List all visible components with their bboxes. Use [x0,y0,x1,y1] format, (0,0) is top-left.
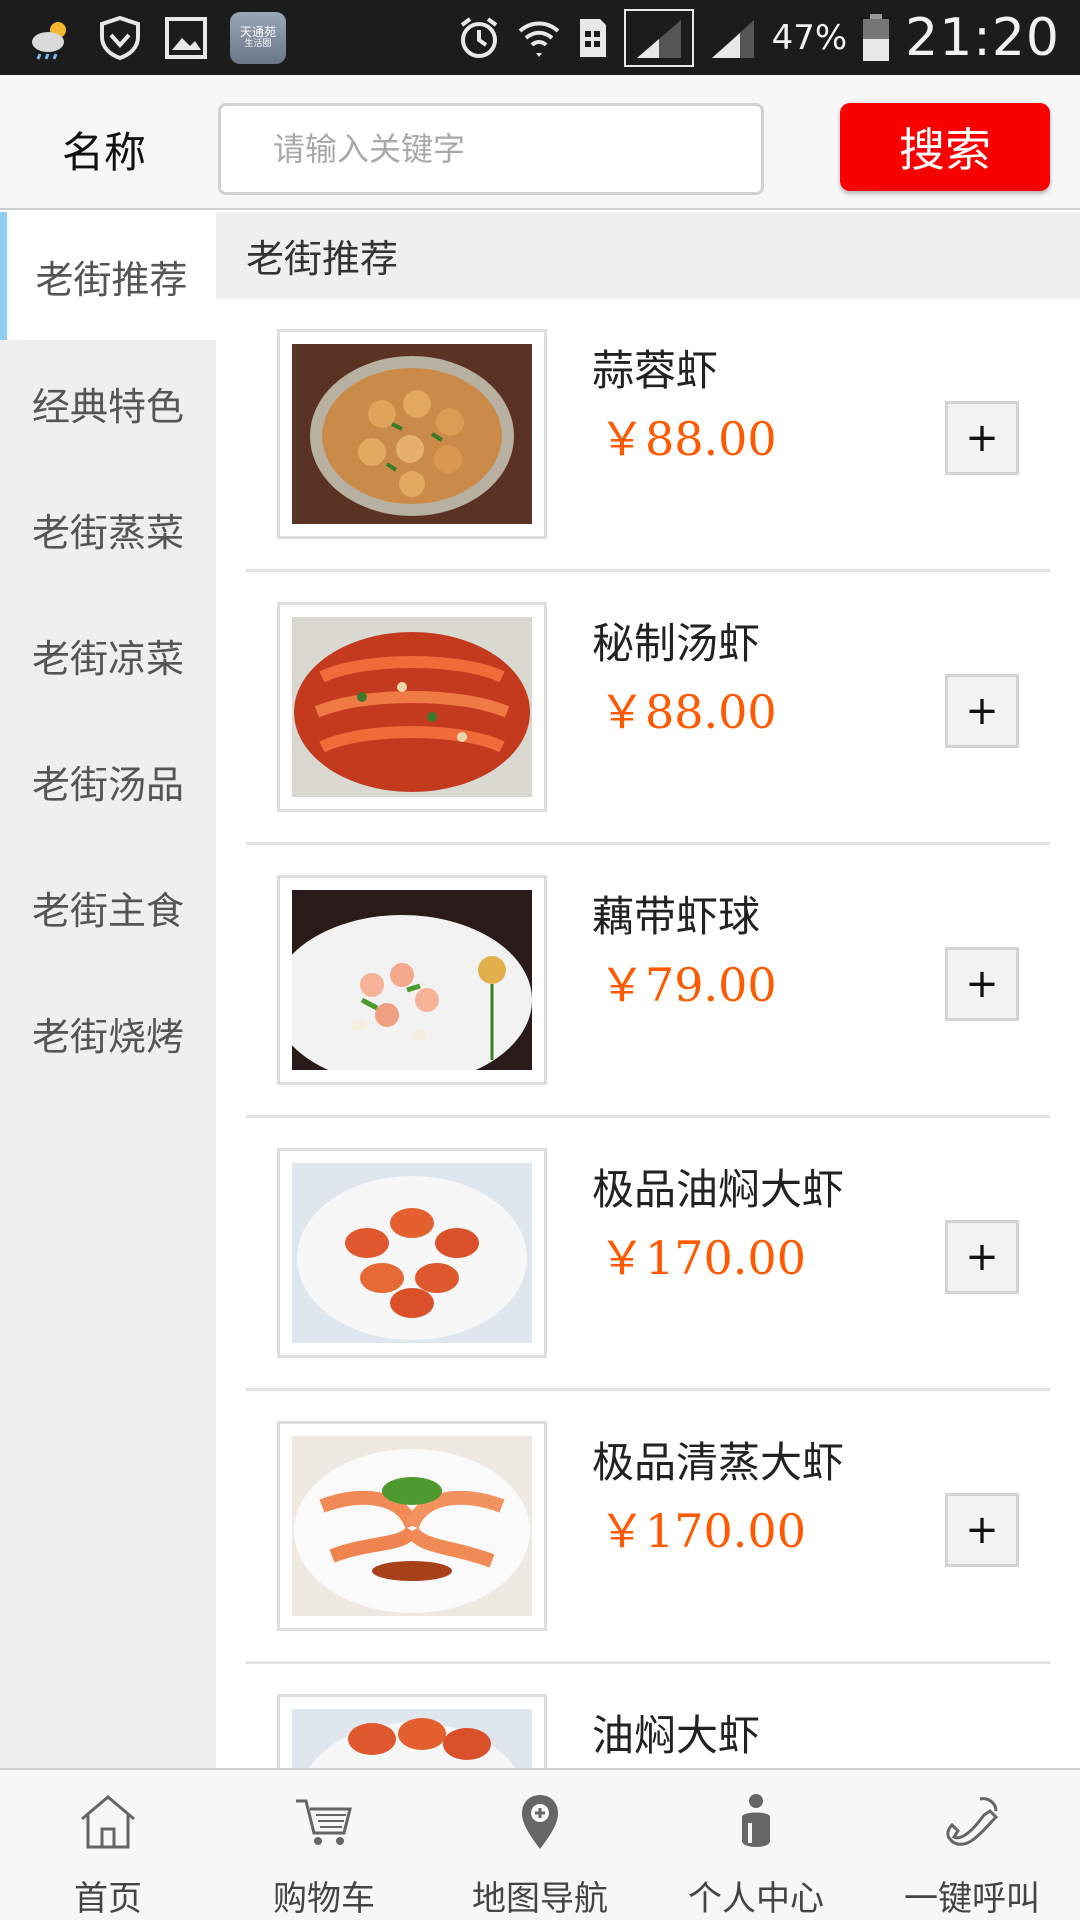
dish-image[interactable] [277,602,547,812]
add-to-cart-button[interactable]: + [945,1493,1019,1567]
dish-price: ￥170.00 [599,1231,806,1285]
sidebar-item-soups[interactable]: 老街汤品 [0,718,216,844]
sidebar-item-steamed[interactable]: 老街蒸菜 [0,466,216,592]
dish-price: ￥88.00 [599,412,777,466]
sim-icon [576,15,610,61]
status-bar: 天通苑 生活圈 47% 21:20 [0,0,1080,75]
dish-list: 老街推荐 蒜蓉虾 ￥88.00 + 秘制汤虾 ￥88.00 + 藕带虾球 ￥79… [216,212,1080,1768]
search-button[interactable]: 搜索 [840,103,1050,191]
nav-item-home[interactable]: 首页 [0,1770,216,1920]
nav-label: 地图导航 [472,1879,608,1919]
dish-price: ￥79.00 [599,958,777,1012]
person-icon [721,1788,791,1853]
shield-icon [98,15,142,61]
phone-icon [937,1788,1007,1853]
home-icon [73,1788,143,1853]
list-item[interactable]: 极品油焖大虾 ￥170.00 + [246,1118,1050,1391]
sidebar-item-cold-dishes[interactable]: 老街凉菜 [0,592,216,718]
bottom-nav: 首页 购物车 地图导航 个人中心 一键呼叫 [0,1768,1080,1920]
gallery-icon [164,16,208,60]
cart-icon [289,1788,359,1853]
add-to-cart-button[interactable]: + [945,1220,1019,1294]
weather-icon [28,16,76,60]
list-item[interactable]: 藕带虾球 ￥79.00 + [246,845,1050,1118]
sidebar-item-staples[interactable]: 老街主食 [0,844,216,970]
add-to-cart-button[interactable]: + [945,947,1019,1021]
wifi-icon [516,15,562,61]
search-header: 名称 搜索 [0,75,1080,210]
search-input[interactable] [218,103,764,195]
nav-item-map[interactable]: 地图导航 [432,1770,648,1920]
dish-name: 蒜蓉虾 [592,346,719,395]
nav-label: 一键呼叫 [904,1879,1040,1919]
sidebar-item-bbq[interactable]: 老街烧烤 [0,970,216,1096]
category-sidebar: 老街推荐 经典特色 老街蒸菜 老街凉菜 老街汤品 老街主食 老街烧烤 [0,212,216,1768]
dish-name: 油焖大虾 [592,1711,761,1760]
dish-price: ￥88.00 [599,685,777,739]
dish-image[interactable] [277,329,547,539]
add-to-cart-button[interactable]: + [945,401,1019,475]
signal-icon [708,14,758,62]
dish-price: ￥170.00 [599,1504,806,1558]
clock: 21:20 [905,8,1060,68]
search-label: 名称 [62,128,147,177]
dish-name: 藕带虾球 [592,892,761,941]
list-item[interactable]: 蒜蓉虾 ￥88.00 + [246,299,1050,572]
battery-percentage: 47% [771,18,848,58]
nav-item-call[interactable]: 一键呼叫 [864,1770,1080,1920]
battery-icon [861,13,891,63]
dish-image[interactable] [272,875,547,1085]
list-item[interactable]: 油焖大虾 [246,1664,1050,1768]
signal-box-icon [623,9,694,67]
sidebar-item-classic[interactable]: 经典特色 [0,340,216,466]
nav-item-profile[interactable]: 个人中心 [648,1770,864,1920]
section-title: 老街推荐 [216,212,1080,299]
list-item[interactable]: 秘制汤虾 ￥88.00 + [246,572,1050,845]
add-to-cart-button[interactable]: + [945,674,1019,748]
nav-item-cart[interactable]: 购物车 [216,1770,432,1920]
dish-name: 秘制汤虾 [592,619,761,668]
app-notification-icon: 天通苑 生活圈 [230,12,286,64]
sidebar-item-recommend[interactable]: 老街推荐 [0,212,216,340]
alarm-icon [456,15,502,61]
dish-image[interactable] [277,1421,547,1631]
dish-image[interactable] [277,1148,547,1358]
dish-name: 极品清蒸大虾 [592,1438,845,1487]
nav-label: 购物车 [273,1879,375,1919]
nav-label: 首页 [74,1879,142,1919]
list-item[interactable]: 极品清蒸大虾 ￥170.00 + [246,1391,1050,1664]
dish-name: 极品油焖大虾 [592,1165,845,1214]
dish-image[interactable] [277,1694,547,1768]
map-pin-icon [505,1788,575,1853]
nav-label: 个人中心 [688,1879,824,1919]
